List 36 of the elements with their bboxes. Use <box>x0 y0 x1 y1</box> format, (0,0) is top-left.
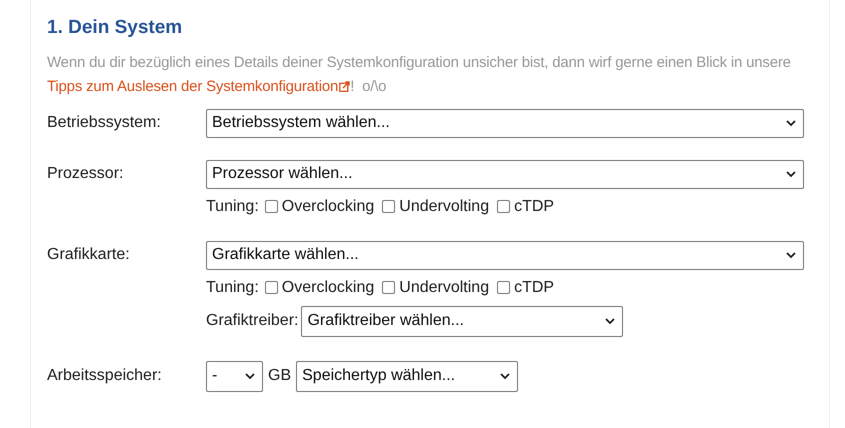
field-label: Betriebssystem: <box>47 113 162 133</box>
chevron-down-icon <box>786 120 796 126</box>
checkbox-label: Overclocking <box>282 278 374 298</box>
tuning-label: Tuning: <box>206 278 259 298</box>
unit-label: GB <box>268 366 292 386</box>
field-label: Prozessor: <box>47 164 124 184</box>
select-field[interactable]: - <box>206 360 263 392</box>
chevron-down-icon <box>605 318 616 324</box>
select-field[interactable]: Betriebssystem wählen... <box>206 108 804 138</box>
checkbox[interactable] <box>497 200 510 213</box>
checkbox[interactable] <box>264 200 278 213</box>
intro-text: Wenn du dir bezüglich eines Details deiner Systemkonfiguration unsicher bist, dann wirf gerne einen Blick in unsere Tipps zum Auslesen der Systemkonfiguration ! o/\o <box>47 50 817 98</box>
tuning-label: Tuning: <box>206 196 259 216</box>
checkbox-label: Overclocking <box>282 196 374 216</box>
driver-label: Grafiktreiber: <box>206 311 298 331</box>
chevron-down-icon <box>786 252 796 258</box>
checkbox[interactable] <box>382 281 396 294</box>
checkbox-label: cTDP <box>514 278 554 298</box>
field-label: Arbeitsspeicher: <box>47 366 163 386</box>
tips-link[interactable]: Tipps zum Auslesen der Systemkonfiguration <box>47 74 350 98</box>
checkbox[interactable] <box>497 281 510 294</box>
select-field[interactable]: Grafikkarte wählen... <box>206 240 804 270</box>
checkbox-label: cTDP <box>514 196 554 216</box>
field-label: Grafikkarte: <box>47 245 131 265</box>
checkbox-label: Undervolting <box>399 196 490 216</box>
chevron-down-icon <box>245 372 255 380</box>
select-field[interactable]: Speichertyp wählen... <box>296 360 518 392</box>
external-link-icon <box>339 81 350 92</box>
checkbox[interactable] <box>382 200 396 213</box>
chevron-down-icon <box>500 372 510 380</box>
select-field[interactable]: Grafiktreiber wählen... <box>301 306 624 336</box>
checkbox[interactable] <box>264 281 278 294</box>
checkbox-label: Undervolting <box>399 278 490 298</box>
select-field[interactable]: Prozessor wählen... <box>206 160 804 188</box>
section-heading: 1. Dein System <box>47 16 184 40</box>
chevron-down-icon <box>786 170 796 178</box>
